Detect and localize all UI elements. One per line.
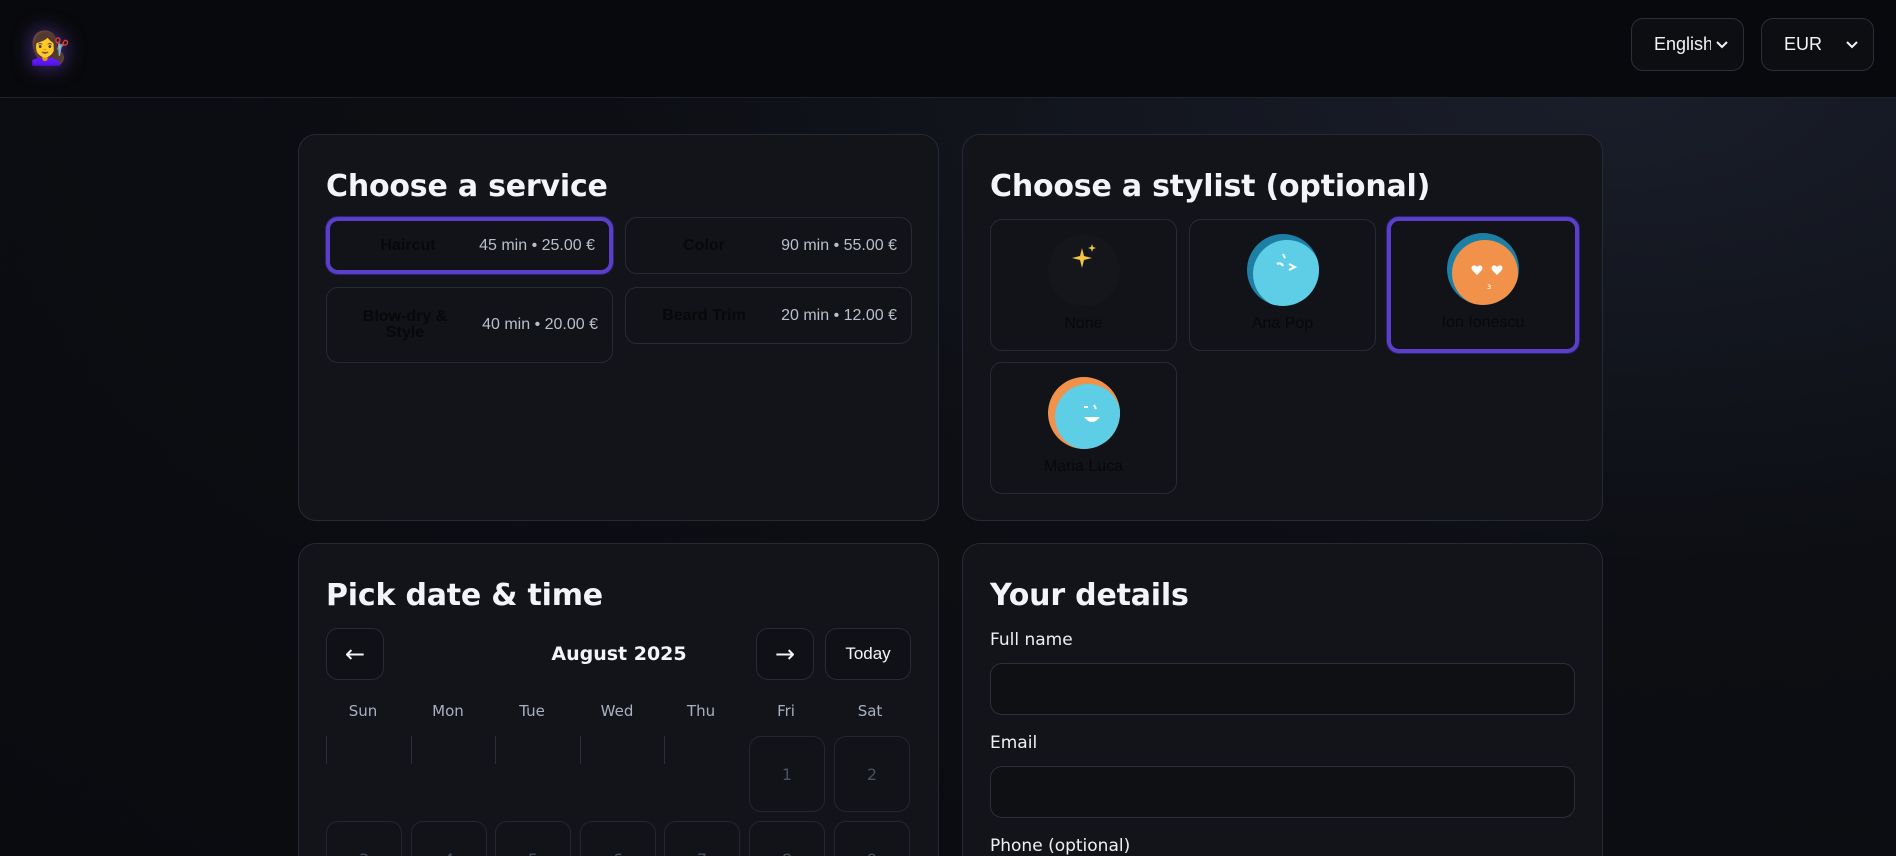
winking-face-avatar-icon: [1247, 234, 1319, 306]
service-meta: 20 min • 12.00 €: [781, 306, 897, 324]
language-select[interactable]: English: [1631, 18, 1744, 71]
stylist-option-ion-ionescu[interactable]: з Ion Ionescu: [1387, 217, 1579, 353]
details-title: Your details: [990, 578, 1189, 613]
datetime-title: Pick date & time: [326, 578, 603, 613]
weekday-label: Tue: [519, 702, 545, 720]
empty-day-cell: [411, 736, 415, 764]
service-option-blow-dry[interactable]: Blow-dry & Style 40 min • 20.00 €: [326, 287, 613, 363]
stylist-option-maria-luca[interactable]: Maria Luca: [990, 362, 1177, 494]
service-meta: 90 min • 55.00 €: [781, 236, 897, 254]
currency-select[interactable]: EUR: [1761, 18, 1874, 71]
top-bar: 💇‍♀️ English EUR: [0, 0, 1896, 98]
service-meta: 45 min • 25.00 €: [479, 236, 595, 254]
day-cell[interactable]: 2: [834, 736, 910, 812]
prev-month-button[interactable]: ←: [326, 628, 384, 680]
service-name: Haircut: [380, 236, 436, 254]
weekday-label: Sun: [348, 702, 378, 720]
day-cell[interactable]: 7: [664, 821, 740, 856]
day-cell[interactable]: 9: [834, 821, 910, 856]
today-button[interactable]: Today: [825, 628, 911, 680]
sparkles-icon: [1048, 234, 1120, 306]
empty-day-cell: [664, 736, 668, 764]
service-meta: 40 min • 20.00 €: [482, 316, 598, 333]
day-cell[interactable]: 1: [749, 736, 825, 812]
details-card: Your details Full name Email Phone (opti…: [962, 543, 1603, 856]
empty-day-cell: [326, 736, 330, 764]
stylist-card: Choose a stylist (optional) None Ana Pop: [962, 134, 1603, 521]
chevron-down-icon: [1711, 34, 1733, 56]
service-name: Beard Trim: [662, 306, 746, 324]
weekday-label: Sat: [857, 702, 883, 720]
stylist-name: None: [1064, 315, 1103, 332]
heart-eyes-avatar-icon: з: [1447, 233, 1519, 305]
service-option-haircut[interactable]: Haircut 45 min • 25.00 €: [326, 217, 613, 274]
svg-text:з: з: [1487, 282, 1491, 291]
phone-label: Phone (optional): [990, 836, 1131, 856]
service-title: Choose a service: [326, 169, 608, 204]
hairdresser-logo-icon[interactable]: 💇‍♀️: [30, 28, 70, 68]
weekday-label: Thu: [686, 702, 716, 720]
stylist-title: Choose a stylist (optional): [990, 169, 1431, 204]
smiling-face-avatar-icon: [1048, 377, 1120, 449]
service-name: Blow-dry & Style: [362, 308, 448, 341]
service-option-color[interactable]: Color 90 min • 55.00 €: [625, 217, 912, 274]
full-name-input[interactable]: [990, 663, 1575, 715]
email-input[interactable]: [990, 766, 1575, 818]
empty-day-cell: [495, 736, 499, 764]
weekday-label: Fri: [777, 702, 795, 720]
service-card: Choose a service Haircut 45 min • 25.00 …: [298, 134, 939, 521]
stylist-name: Maria Luca: [1043, 458, 1124, 475]
email-label: Email: [990, 733, 1038, 753]
day-cell[interactable]: 4: [411, 821, 487, 856]
datetime-card: Pick date & time ← August 2025 → Today S…: [298, 543, 939, 856]
next-month-button[interactable]: →: [756, 628, 814, 680]
service-option-beard-trim[interactable]: Beard Trim 20 min • 12.00 €: [625, 287, 912, 344]
day-cell[interactable]: 3: [326, 821, 402, 856]
day-cell[interactable]: 8: [749, 821, 825, 856]
stylist-option-ana-pop[interactable]: Ana Pop: [1189, 219, 1376, 351]
stylist-name: Ion Ionescu: [1441, 314, 1525, 331]
stylist-option-none[interactable]: None: [990, 219, 1177, 351]
empty-day-cell: [580, 736, 584, 764]
service-name: Color: [683, 236, 725, 254]
day-cell[interactable]: 5: [495, 821, 571, 856]
day-cell[interactable]: 6: [580, 821, 656, 856]
language-value: English: [1654, 34, 1714, 54]
full-name-label: Full name: [990, 630, 1073, 650]
currency-value: EUR: [1784, 34, 1823, 54]
weekday-label: Wed: [600, 702, 634, 720]
chevron-down-icon: [1841, 34, 1863, 56]
weekday-label: Mon: [432, 702, 464, 720]
stylist-name: Ana Pop: [1251, 315, 1314, 332]
